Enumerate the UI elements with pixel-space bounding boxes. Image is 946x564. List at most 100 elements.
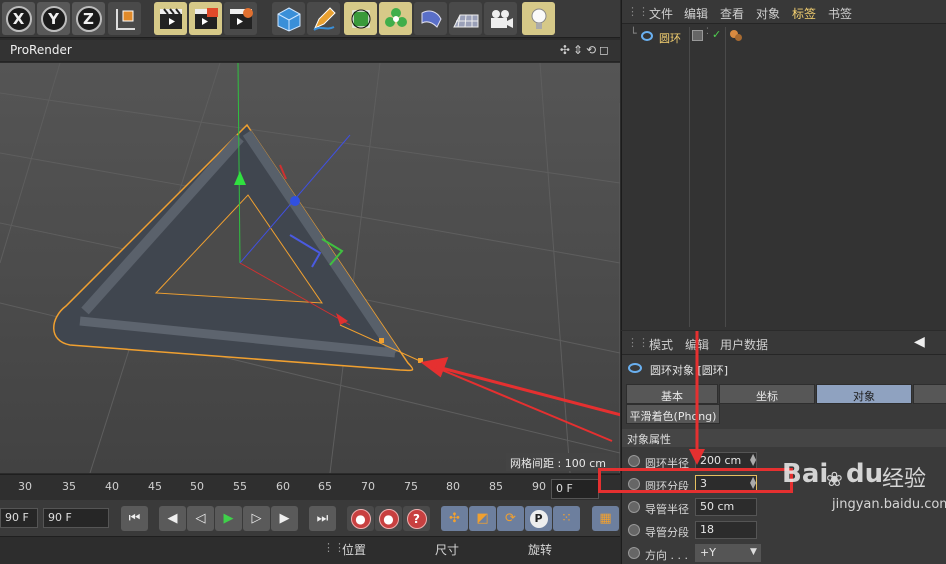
key-position-button[interactable]: ✣ xyxy=(441,506,468,531)
chevron-down-icon[interactable]: ▼ xyxy=(750,547,757,557)
menu-mode[interactable]: 模式 xyxy=(649,336,673,353)
timeline-tick: 85 xyxy=(489,480,503,493)
section-header: 对象属性 xyxy=(622,429,946,447)
watermark-brand: Bai xyxy=(782,459,829,489)
timeline-tick: 55 xyxy=(233,480,247,493)
layer-icon[interactable] xyxy=(692,30,703,41)
menu-file[interactable]: 文件 xyxy=(649,5,673,22)
key-parameter-button[interactable]: P xyxy=(525,506,552,531)
object-name[interactable]: 圆环 xyxy=(659,30,681,46)
keyframe-help-button[interactable]: ? xyxy=(403,506,430,531)
pen-spline-button[interactable] xyxy=(307,2,340,35)
preview-start-field[interactable]: 90 F xyxy=(0,508,38,528)
menu-edit[interactable]: 编辑 xyxy=(684,5,708,22)
go-to-end-icon: ⏭ xyxy=(316,511,329,526)
hierarchy-line: └ xyxy=(630,27,637,40)
enabled-check-icon[interactable]: ✓ xyxy=(712,28,721,41)
watermark-url: jingyan.baidu.com xyxy=(832,497,946,512)
prop-label: 方向 . . . xyxy=(645,549,688,562)
back-arrow-icon[interactable]: ◀ xyxy=(914,334,925,350)
previous-key-icon: ◀ xyxy=(167,511,178,526)
tab-coordinates[interactable]: 坐标 xyxy=(719,384,815,404)
timeline-tick: 65 xyxy=(318,480,332,493)
previous-key-button[interactable]: ◀ xyxy=(159,506,186,531)
3d-viewport[interactable] xyxy=(0,63,620,473)
timeline-tick: 30 xyxy=(18,480,32,493)
z-axis-handle[interactable] xyxy=(290,196,300,206)
camera-button[interactable] xyxy=(484,2,517,35)
viewport-title[interactable]: ProRender xyxy=(10,43,72,57)
render-settings-button[interactable] xyxy=(224,2,257,35)
next-key-button[interactable]: ▶ xyxy=(271,506,298,531)
prop-label: 导管分段 xyxy=(645,526,689,539)
pipe-segments-field[interactable]: 18 xyxy=(695,521,757,539)
subdivision-surface-button[interactable] xyxy=(344,2,377,35)
go-to-end-button[interactable]: ⏭ xyxy=(309,506,336,531)
size-column-label: 尺寸 xyxy=(435,543,460,557)
z-axis-icon: Z xyxy=(75,5,102,32)
animate-radio[interactable] xyxy=(628,455,640,467)
menu-objects[interactable]: 对象 xyxy=(756,5,780,22)
preview-end-field[interactable]: 90 F xyxy=(43,508,109,528)
y-axis-icon: Y xyxy=(40,5,67,32)
tab-overflow[interactable] xyxy=(913,384,946,404)
cube-object-button[interactable] xyxy=(272,2,305,35)
timeline-ruler[interactable]: 30 35 40 45 50 55 60 65 70 75 80 85 90 xyxy=(0,474,620,500)
column-divider xyxy=(725,27,726,327)
current-frame-field[interactable]: 0 F xyxy=(551,479,599,499)
animate-radio[interactable] xyxy=(628,501,640,513)
prop-label: 导管半径 xyxy=(645,503,689,516)
render-region-button[interactable] xyxy=(189,2,222,35)
play-button[interactable]: ▶ xyxy=(215,506,242,531)
key-scale-button[interactable]: ◩ xyxy=(469,506,496,531)
next-frame-button[interactable]: ▷ xyxy=(243,506,270,531)
key-rotation-button[interactable]: ⟳ xyxy=(497,506,524,531)
viewport-scene xyxy=(0,63,620,473)
parameter-p-icon: P xyxy=(529,509,548,528)
tab-object[interactable]: 对象 xyxy=(816,384,912,404)
timeline-tick: 70 xyxy=(361,480,375,493)
floor-button[interactable] xyxy=(449,2,482,35)
animate-radio[interactable] xyxy=(628,524,640,536)
record-active-button[interactable]: ● xyxy=(347,506,374,531)
timeline-tick: 50 xyxy=(190,480,204,493)
key-points-button[interactable]: ⁙ xyxy=(553,506,580,531)
watermark-brand-2: du xyxy=(846,459,884,489)
deformer-button[interactable] xyxy=(414,2,447,35)
clapperboard-region-icon xyxy=(194,7,218,29)
record-icon: ● xyxy=(350,508,371,529)
timeline-window-button[interactable]: ▦ xyxy=(592,506,619,531)
next-key-icon: ▶ xyxy=(279,511,290,526)
rotation-column-label: 旋转 xyxy=(528,543,553,557)
object-list-row[interactable]: └ 圆环 ⁚ ✓ xyxy=(626,27,944,327)
menu-bookmarks[interactable]: 书签 xyxy=(828,5,852,22)
coordinate-system-icon xyxy=(115,8,135,30)
autokey-button[interactable]: ● xyxy=(375,506,402,531)
render-view-button[interactable] xyxy=(154,2,187,35)
bend-deformer-icon xyxy=(421,10,442,28)
x-axis-lock-button[interactable]: X xyxy=(2,2,35,35)
timeline-tick: 80 xyxy=(446,480,460,493)
material-tag-icon-2 xyxy=(735,34,742,41)
floor-grid-icon xyxy=(452,14,478,27)
spinner-icon[interactable]: ▲ ▼ xyxy=(750,453,756,467)
menu-user-data[interactable]: 用户数据 xyxy=(720,336,768,353)
previous-frame-button[interactable]: ◁ xyxy=(187,506,214,531)
viewport-navigation-icons[interactable]: ✣⇕⟲◻ xyxy=(560,43,612,57)
cloner-button[interactable] xyxy=(379,2,412,35)
object-manager-menu: ⋮⋮ 文件 编辑 查看 对象 标签 书签 xyxy=(622,0,946,24)
animate-radio[interactable] xyxy=(628,547,640,559)
attribute-manager: ⋮⋮ 模式 编辑 用户数据 ◀ 圆环对象 [圆环] 基本 坐标 对象 平滑着色(… xyxy=(598,331,946,564)
coordinate-system-button[interactable] xyxy=(108,2,141,35)
subdivision-icon xyxy=(351,9,370,28)
visibility-dots-icon[interactable]: ⁚ xyxy=(706,27,709,37)
radius-handle-mid[interactable] xyxy=(379,338,384,343)
go-to-start-button[interactable]: ⏮ xyxy=(121,506,148,531)
pipe-radius-field[interactable]: 50 cm xyxy=(695,498,757,516)
z-axis-lock-button[interactable]: Z xyxy=(72,2,105,35)
y-axis-lock-button[interactable]: Y xyxy=(37,2,70,35)
menu-view[interactable]: 查看 xyxy=(720,5,744,22)
light-button[interactable] xyxy=(522,2,555,35)
camera-icon xyxy=(490,9,513,28)
menu-tags[interactable]: 标签 xyxy=(792,5,816,22)
